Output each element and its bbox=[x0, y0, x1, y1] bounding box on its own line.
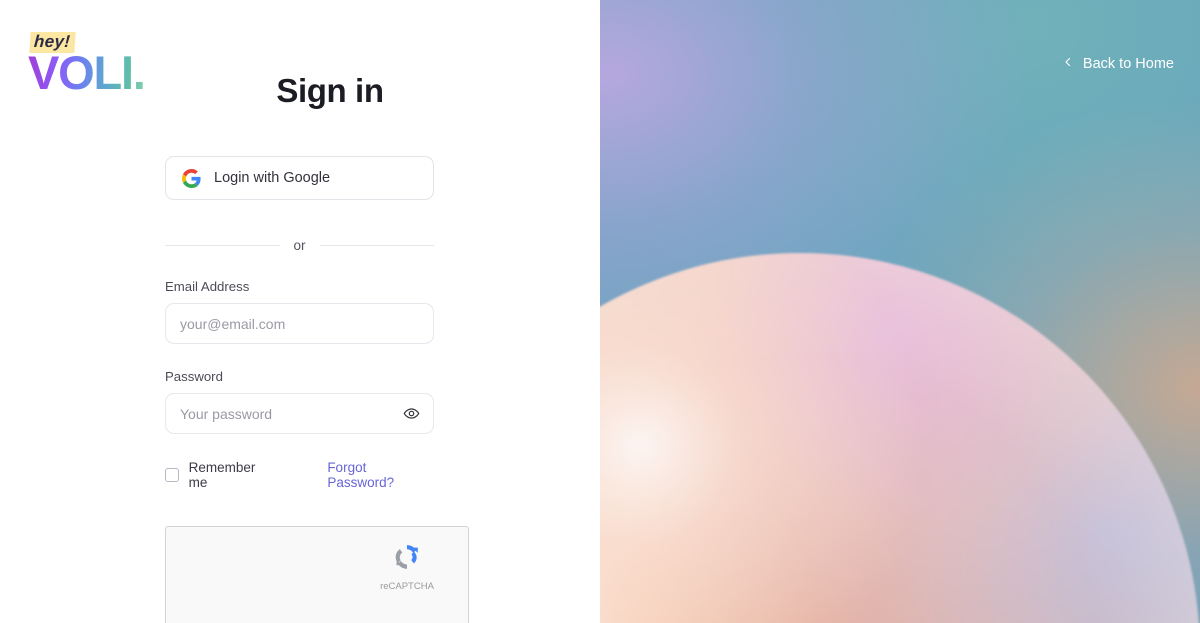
password-label: Password bbox=[165, 369, 223, 384]
recaptcha-icon bbox=[395, 545, 418, 569]
hero-panel: Back to Home USER Dashboard bbox=[600, 0, 1200, 623]
signin-page: hey! VOLI. Sign in Login with Google or … bbox=[0, 0, 1200, 623]
divider-label: or bbox=[293, 238, 306, 253]
chevron-left-icon bbox=[1062, 56, 1074, 72]
remember-me-checkbox[interactable]: Remember me bbox=[165, 460, 275, 490]
password-field-wrapper[interactable] bbox=[165, 393, 434, 434]
divider-line-left bbox=[165, 245, 280, 246]
password-input[interactable] bbox=[180, 405, 419, 422]
remember-me-label: Remember me bbox=[188, 460, 256, 490]
email-field-wrapper[interactable] bbox=[165, 303, 434, 344]
back-to-home-label: Back to Home bbox=[1082, 56, 1174, 72]
login-panel: hey! VOLI. Sign in Login with Google or … bbox=[0, 0, 600, 623]
brand-logo[interactable]: hey! VOLI. bbox=[28, 32, 178, 99]
forgot-password-link[interactable]: Forgot Password? bbox=[327, 460, 434, 490]
login-with-google-button[interactable]: Login with Google bbox=[165, 156, 434, 200]
divider-line-right bbox=[319, 245, 435, 246]
toggle-password-visibility-icon[interactable] bbox=[401, 404, 421, 424]
back-to-home-link[interactable]: Back to Home bbox=[1062, 56, 1174, 72]
email-label: Email Address bbox=[165, 279, 250, 294]
google-button-label: Login with Google bbox=[214, 170, 331, 186]
or-divider: or bbox=[165, 238, 435, 253]
email-input[interactable] bbox=[180, 315, 419, 332]
recaptcha-badge: reCAPTCHA bbox=[370, 540, 444, 592]
signin-form: Sign in Login with Google or Email Addre… bbox=[165, 0, 495, 623]
remember-row: Remember me Forgot Password? bbox=[165, 460, 434, 490]
page-title: Sign in bbox=[276, 72, 384, 109]
recaptcha-widget[interactable]: reCAPTCHA bbox=[165, 526, 469, 623]
recaptcha-label: reCAPTCHA bbox=[380, 581, 434, 592]
brand-name: VOLI. bbox=[28, 46, 146, 99]
google-icon bbox=[182, 168, 201, 188]
checkbox-box[interactable] bbox=[165, 468, 179, 482]
